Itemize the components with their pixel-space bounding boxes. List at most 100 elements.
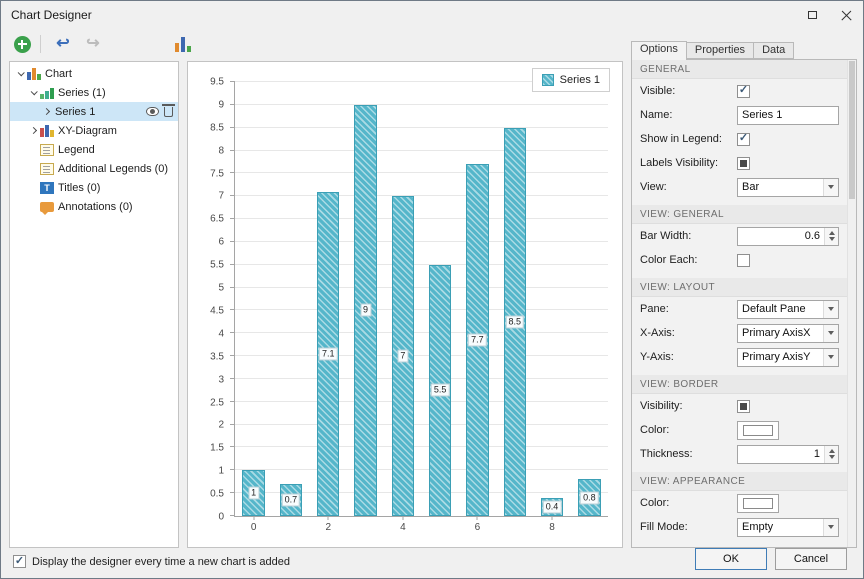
tree-item-series-1[interactable]: Series 1 [10,102,178,121]
add-item-button[interactable] [9,31,35,57]
y-axis-tick [230,81,235,82]
property-control [737,157,839,170]
close-button[interactable] [829,1,863,29]
inspector-panel: GENERALVisible:✓Name:Series 1Show in Leg… [631,59,857,548]
checkmark-icon: ✓ [15,556,24,567]
tab-options[interactable]: Options [631,41,687,60]
display-designer-label: Display the designer every time a new ch… [32,556,290,568]
display-designer-checkbox-row[interactable]: ✓ Display the designer every time a new … [13,555,290,568]
tree-item-annotations-0[interactable]: Annotations (0) [10,197,178,216]
property-control [737,254,839,267]
property-row-visibility: Visibility: [632,394,847,418]
tree-item-series-1[interactable]: Series (1) [10,83,178,102]
fill-mode-dropdown[interactable]: Empty [737,518,839,537]
y-axis-label: 1.5 [210,443,224,454]
y-axis-dropdown[interactable]: Primary AxisY [737,348,839,367]
scrollbar-thumb[interactable] [849,61,855,199]
property-row-bar-width: Bar Width:0.6 [632,224,847,248]
property-row-x-axis: X-Axis:Primary AxisX [632,321,847,345]
y-axis-tick [230,127,235,128]
property-label: X-Axis: [640,327,737,339]
chevron-right-icon [42,108,49,115]
scrollbar[interactable] [847,60,856,547]
tab-properties[interactable]: Properties [686,42,754,59]
legend-icon [40,163,54,175]
bar-value-label: 7.1 [319,347,338,360]
maximize-icon [808,11,817,19]
labels-visibility-checkbox[interactable] [737,157,750,170]
y-axis-label: 3.5 [210,351,224,362]
view-dropdown[interactable]: Bar [737,178,839,197]
spin-up-icon[interactable] [829,231,835,235]
display-designer-checkbox[interactable]: ✓ [13,555,26,568]
cancel-button[interactable]: Cancel [775,548,847,570]
bar-width-spinner[interactable]: 0.6 [737,227,839,246]
tree-expander[interactable] [40,109,52,114]
gridline [235,241,608,242]
section-header-view-appearance: VIEW: APPEARANCE [632,472,847,491]
legend-swatch [542,74,554,86]
y-axis-tick [230,492,235,493]
tree-item-xy-diagram[interactable]: XY-Diagram [10,121,178,140]
tree-item-titles-0[interactable]: Titles (0) [10,178,178,197]
tree-item-label: XY-Diagram [58,125,117,137]
visibility-icon[interactable] [146,107,159,116]
color-color-picker[interactable] [737,421,779,440]
window-title: Chart Designer [11,8,92,22]
inspector-sections: GENERALVisible:✓Name:Series 1Show in Leg… [632,60,847,547]
property-row-thickness: Thickness:1 [632,442,847,466]
tree-expander[interactable] [27,128,39,133]
property-label: Show in Legend: [640,133,737,145]
property-label: Labels Visibility: [640,157,737,169]
tree-item-chart[interactable]: Chart [10,64,178,83]
spin-down-icon[interactable] [829,237,835,241]
x-axis-dropdown[interactable]: Primary AxisX [737,324,839,343]
spin-down-icon[interactable] [829,455,835,459]
tree-expander[interactable] [27,90,39,95]
redo-icon: ↪ [86,36,99,52]
y-axis-label: 5.5 [210,260,224,271]
visible-checkbox[interactable]: ✓ [737,85,750,98]
gridline [235,424,608,425]
x-axis-label: 0 [251,522,257,533]
property-label: Visible: [640,85,737,97]
redo-button[interactable]: ↪ [80,31,106,57]
color-color-picker[interactable] [737,494,779,513]
y-axis-tick [230,287,235,288]
thickness-spinner[interactable]: 1 [737,445,839,464]
undo-button[interactable]: ↩ [50,31,76,57]
x-axis-tick [253,516,254,520]
tree-item-legend[interactable]: Legend [10,140,178,159]
visibility-checkbox[interactable] [737,400,750,413]
pane-dropdown[interactable]: Default Pane [737,300,839,319]
delete-icon[interactable] [164,107,173,117]
chart-type-button[interactable] [170,31,196,57]
checkmark-icon: ✓ [739,133,748,144]
chart-legend[interactable]: Series 1 [532,68,610,92]
tree-item-label: Legend [58,144,95,156]
tree-expander[interactable] [14,71,26,76]
gridline [235,401,608,402]
ok-button[interactable]: OK [695,548,767,570]
chevron-down-icon [823,519,838,536]
property-control: 0.6 [737,227,839,246]
inspector-tabs: OptionsPropertiesData [631,41,793,60]
y-axis-label: 7 [218,191,224,202]
color-each-checkbox[interactable] [737,254,750,267]
chevron-down-icon [17,69,24,76]
spinner-arrows[interactable] [824,228,838,245]
tree-item-additional-legends-0[interactable]: Additional Legends (0) [10,159,178,178]
x-axis-label: 4 [400,522,406,533]
close-icon [841,10,852,21]
tab-data[interactable]: Data [753,42,794,59]
name-input[interactable]: Series 1 [737,106,839,125]
property-control: Empty [737,518,839,537]
spinner-arrows[interactable] [824,446,838,463]
toolbar-separator [40,35,41,53]
show-in-legend-checkbox[interactable]: ✓ [737,133,750,146]
y-axis-label: 0 [218,512,224,523]
spin-up-icon[interactable] [829,449,835,453]
maximize-button[interactable] [795,1,829,29]
property-row-color-each: Color Each: [632,248,847,272]
gridline [235,446,608,447]
